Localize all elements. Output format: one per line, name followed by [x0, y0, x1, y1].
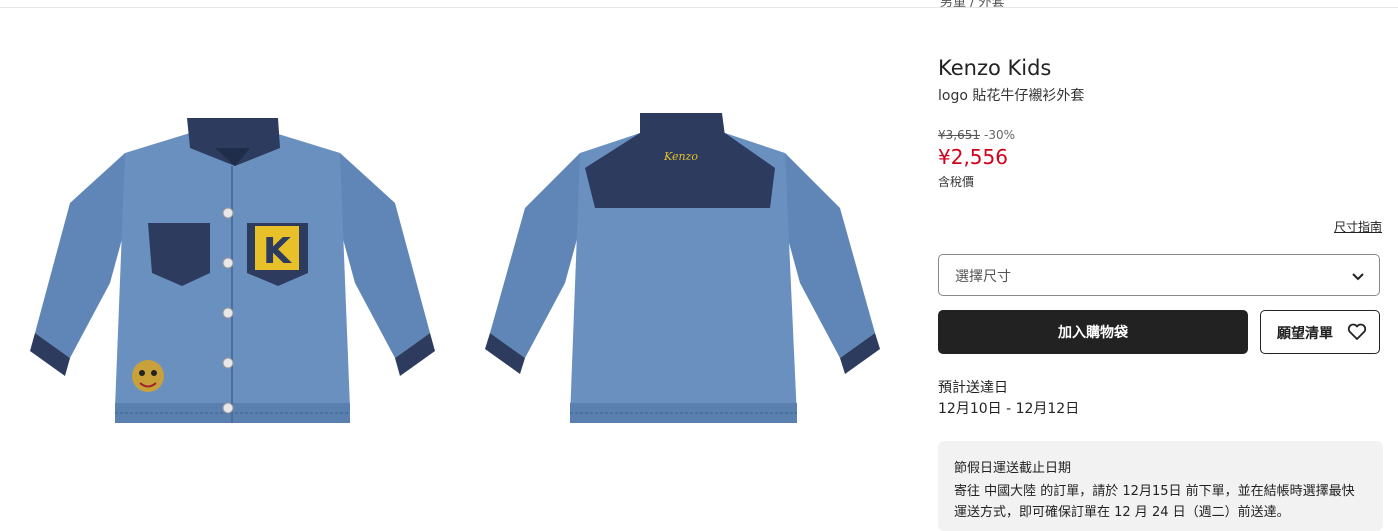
product-info-panel: Kenzo Kids logo 貼花牛仔襯衫外套 ¥3,651 -30% ¥2,5…	[938, 0, 1383, 531]
sale-price: ¥2,556	[938, 145, 1008, 169]
holiday-notice-title: 節假日運送截止日期	[954, 461, 1072, 476]
chevron-down-icon	[1351, 269, 1365, 288]
original-price-row: ¥3,651 -30%	[938, 128, 1015, 142]
size-select[interactable]: 選擇尺寸	[938, 254, 1380, 296]
product-image-front[interactable]: K	[30, 108, 435, 423]
original-price: ¥3,651	[938, 128, 980, 142]
discount-badge: -30%	[984, 128, 1016, 142]
product-gallery: K Kenzo	[0, 8, 910, 513]
estimated-delivery-label: 預計送達日	[938, 380, 1008, 396]
estimated-delivery-range: 12月10日 - 12月12日	[938, 401, 1080, 417]
holiday-notice-body: 寄往 中國大陸 的訂單，請於 12月15日 前下單，並在結帳時選擇最快運送方式，…	[954, 484, 1355, 520]
svg-text:Kenzo: Kenzo	[663, 150, 698, 163]
brand-name[interactable]: Kenzo Kids	[938, 56, 1051, 80]
svg-text:K: K	[263, 231, 292, 272]
add-to-bag-button[interactable]: 加入購物袋	[938, 310, 1248, 354]
product-name: logo 貼花牛仔襯衫外套	[938, 88, 1085, 104]
wishlist-button[interactable]: 願望清單	[1260, 310, 1380, 354]
holiday-shipping-notice: 節假日運送截止日期 寄往 中國大陸 的訂單，請於 12月15日 前下單，並在結帳…	[938, 441, 1383, 531]
size-guide-link[interactable]: 尺寸指南	[1334, 218, 1382, 235]
size-select-placeholder: 選擇尺寸	[955, 269, 1011, 285]
product-image-back[interactable]: Kenzo	[485, 108, 880, 423]
tax-note: 含稅價	[938, 175, 975, 189]
wishlist-label: 願望清單	[1277, 326, 1333, 342]
heart-icon	[1347, 323, 1367, 345]
